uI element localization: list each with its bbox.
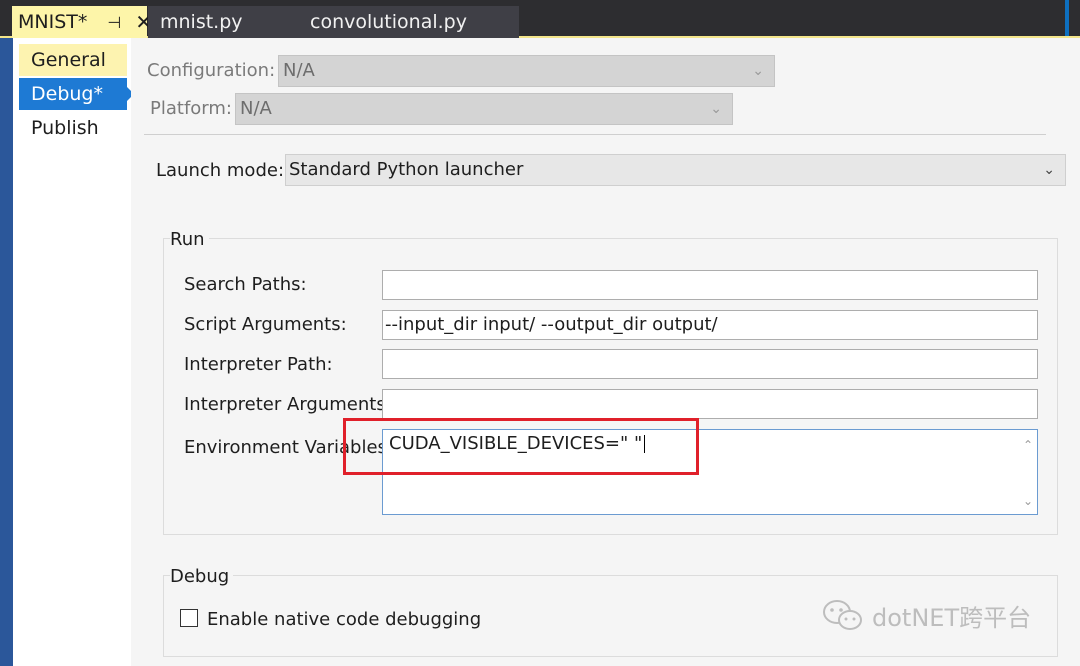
interpreter-path-input[interactable] (382, 349, 1038, 379)
script-arguments-input[interactable]: --input_dir input/ --output_dir output/ (382, 310, 1038, 340)
platform-dropdown: N/A ⌄ (235, 93, 733, 125)
native-debugging-checkbox[interactable] (180, 609, 198, 627)
chevron-down-icon: ⌄ (752, 63, 764, 79)
interpreter-arguments-input[interactable] (382, 389, 1038, 419)
pin-icon[interactable]: ⊣ (107, 13, 121, 32)
native-debugging-label[interactable]: Enable native code debugging (207, 609, 481, 630)
scroll-down-icon[interactable]: ⌄ (1023, 494, 1033, 508)
tab-mnist-py[interactable]: mnist.py (148, 6, 302, 38)
configuration-dropdown: N/A ⌄ (278, 55, 775, 87)
property-page-nav: General Debug* Publish (13, 38, 134, 666)
configuration-value: N/A (283, 60, 315, 81)
nav-item-general[interactable]: General (19, 44, 127, 76)
nav-item-debug[interactable]: Debug* (19, 78, 127, 110)
launch-mode-label: Launch mode: (156, 160, 285, 181)
search-paths-label: Search Paths: (184, 274, 307, 295)
configuration-label: Configuration: (147, 60, 276, 81)
launch-mode-value: Standard Python launcher (289, 159, 524, 180)
tab-label: convolutional.py (310, 11, 467, 33)
scroll-up-icon[interactable]: ⌃ (1023, 438, 1033, 452)
debug-group-title: Debug (170, 566, 234, 587)
watermark: dotNET跨平台 (822, 598, 1031, 633)
chevron-down-icon[interactable]: ⌄ (1043, 155, 1055, 185)
tab-label: MNIST* (18, 11, 88, 33)
wechat-icon (823, 599, 862, 630)
watermark-text: dotNET跨平台 (872, 604, 1032, 632)
interpreter-path-label: Interpreter Path: (184, 354, 333, 375)
run-group-title: Run (170, 229, 209, 250)
platform-value: N/A (240, 98, 272, 119)
interpreter-arguments-label: Interpreter Arguments: (184, 394, 392, 415)
tab-mnist-properties[interactable]: MNIST* ⊣ ✕ (12, 6, 152, 38)
highlight-box (343, 418, 699, 475)
launch-mode-dropdown[interactable]: Standard Python launcher ⌄ (285, 154, 1066, 186)
platform-label: Platform: (150, 98, 232, 119)
chevron-down-icon: ⌄ (710, 101, 722, 117)
divider (144, 134, 1046, 135)
tab-label: mnist.py (160, 11, 243, 33)
script-arguments-label: Script Arguments: (184, 314, 347, 335)
tab-convolutional-py[interactable]: convolutional.py (302, 6, 519, 38)
tab-scroll-indicator (1065, 0, 1069, 36)
search-paths-input[interactable] (382, 270, 1038, 300)
nav-item-publish[interactable]: Publish (19, 112, 127, 144)
window-left-edge (0, 38, 13, 666)
